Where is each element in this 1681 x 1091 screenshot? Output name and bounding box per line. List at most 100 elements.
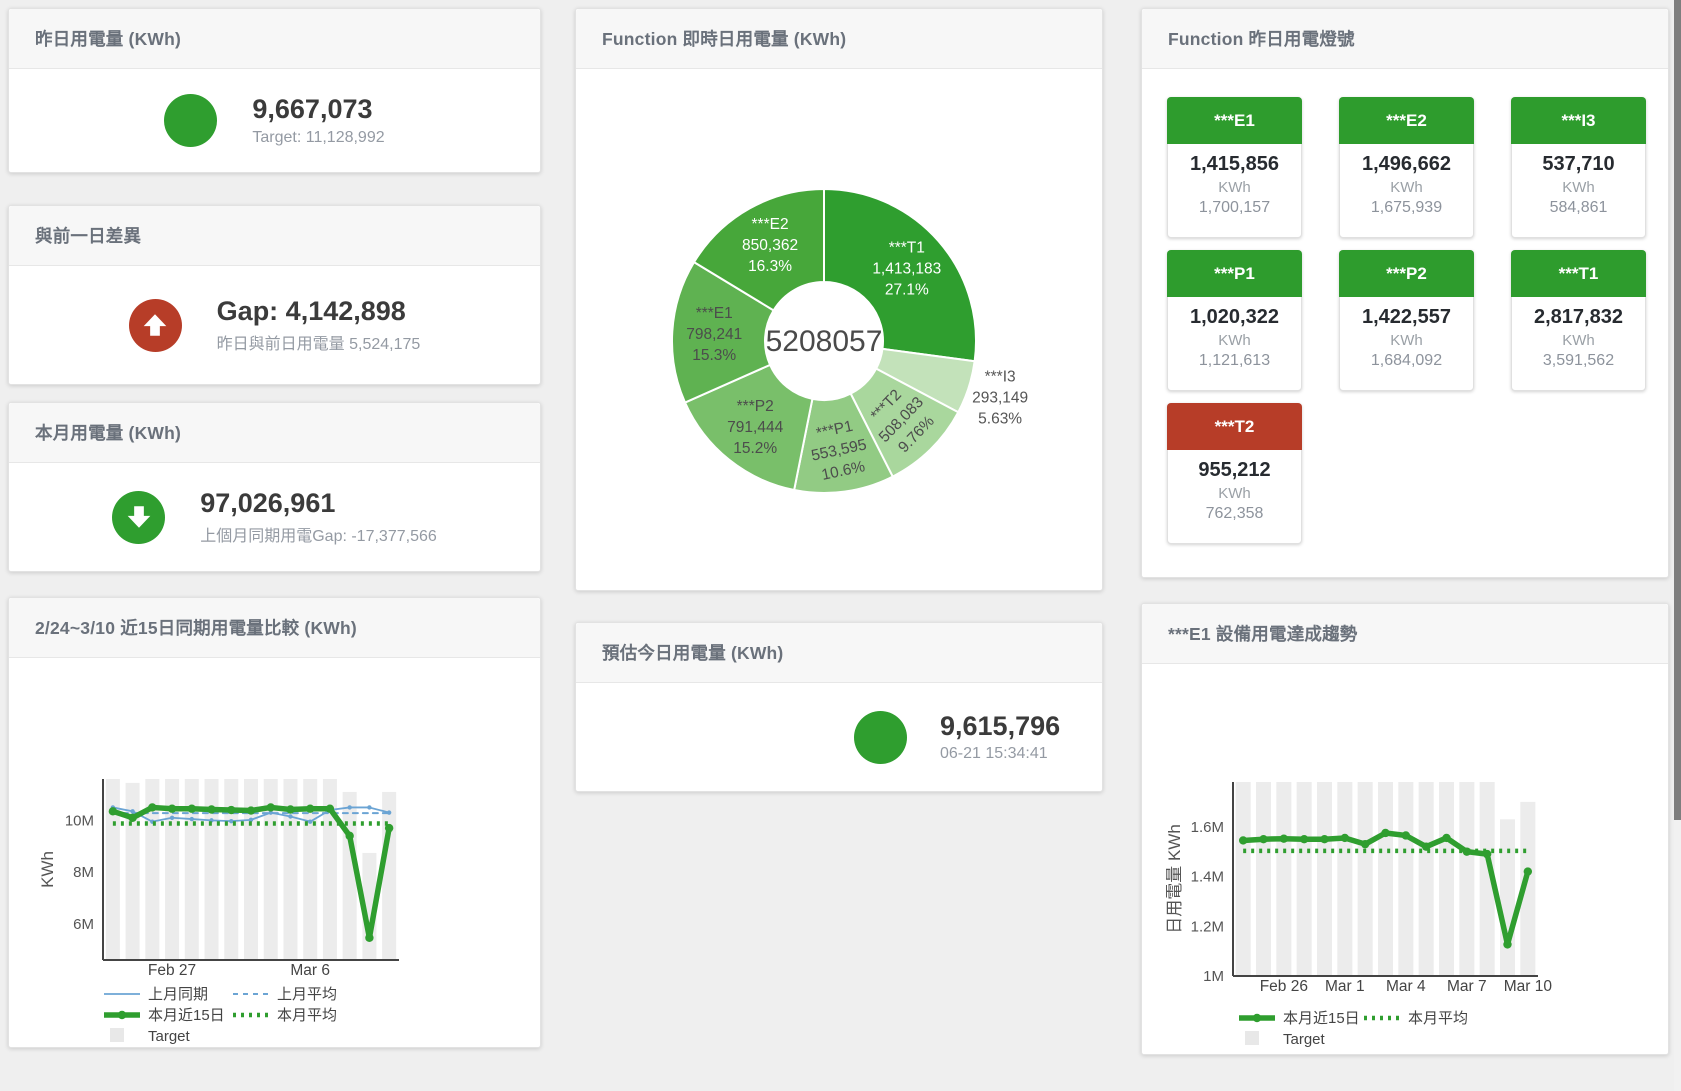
tile-unit: KWh [1168,332,1301,349]
stat-subtitle: 昨日與前日用電量 5,524,175 [217,330,421,354]
svg-text:***E1: ***E1 [696,305,733,322]
x-tick-label: Feb 27 [148,962,196,979]
donut-center-total: 5208057 [766,325,883,358]
stat-value: Gap: 4,142,898 [217,296,421,327]
target-bar [343,792,357,960]
y-axis-label: 日用電量 KWh [1165,824,1184,934]
panel-header[interactable]: 預估今日用電量 (KWh) [576,623,1102,683]
panel-header[interactable]: 昨日用電量 (KWh) [9,9,540,69]
panel-title: 2/24~3/10 近15日同期用電量比較 (KWh) [35,615,357,640]
stat-value: 9,667,073 [252,94,384,125]
tile-value: 1,415,856 [1168,153,1301,176]
panel-month-usage: 本月用電量 (KWh) 97,026,961 上個月同期用電Gap: -17,3… [8,402,541,572]
compare-15day-chart[interactable]: 6M8M10MKWhFeb 27Mar 6上月同期上月平均本月近15日本月平均T… [9,658,540,1047]
tile-name: ***E1 [1167,97,1302,144]
tile-value: 1,422,557 [1340,306,1473,329]
x-tick-label: Mar 7 [1447,978,1487,995]
tile-unit: KWh [1340,332,1473,349]
realtime-usage-donut-chart[interactable]: ***T11,413,18327.1%***I3293,1495.63%***T… [576,69,1102,590]
svg-text:本月近15日: 本月近15日 [148,1007,225,1024]
svg-text:本月平均: 本月平均 [1408,1010,1468,1027]
svg-text:本月近15日: 本月近15日 [1283,1010,1360,1027]
target-bar [1419,782,1434,976]
tile-target-value: 1,675,939 [1340,199,1473,217]
legend-item[interactable]: Target [110,1028,191,1045]
x-tick-label: Mar 6 [290,962,330,979]
legend-item[interactable]: 本月平均 [233,1007,337,1024]
status-circle-icon [854,711,907,764]
lights-grid: ***E11,415,856KWh1,700,157***E21,496,662… [1167,97,1646,544]
legend-item[interactable]: 本月近15日 [1239,1010,1360,1027]
panel-15day-compare: 2/24~3/10 近15日同期用電量比較 (KWh) 6M8M10MKWhFe… [8,597,541,1048]
svg-text:293,149: 293,149 [972,390,1028,407]
svg-text:1,413,183: 1,413,183 [872,261,941,278]
tile-target-value: 584,861 [1512,199,1645,217]
target-bar [1317,782,1332,976]
legend-item[interactable]: 上月平均 [233,986,337,1003]
light-tile-I3: ***I3537,710KWh584,861 [1511,97,1646,238]
light-tile-P2: ***P21,422,557KWh1,684,092 [1339,250,1474,391]
panel-title: 昨日用電量 (KWh) [35,26,181,51]
svg-text:本月平均: 本月平均 [277,1007,337,1024]
tile-value: 1,020,322 [1168,306,1301,329]
panel-header[interactable]: Function 昨日用電燈號 [1142,9,1668,69]
svg-text:798,241: 798,241 [686,326,742,343]
target-bar [1297,782,1312,976]
svg-text:791,444: 791,444 [727,419,783,436]
vertical-scrollbar[interactable] [1674,0,1681,1091]
svg-text:15.2%: 15.2% [733,440,777,457]
x-tick-label: Feb 26 [1260,978,1308,995]
panel-realtime-donut: Function 即時日用電量 (KWh) ***T1 1,413,183 27.1… [575,8,1103,591]
svg-text:Target: Target [1283,1031,1326,1048]
tile-name: ***E2 [1339,97,1474,144]
svg-text:***T1: ***T1 [889,240,925,257]
tile-target-value: 1,121,613 [1168,352,1301,370]
target-bar [1378,782,1393,976]
panel-gap-prev-day: 與前一日差異 Gap: 4,142,898 昨日與前日用電量 5,524,175 [8,205,541,385]
target-bar [1236,782,1251,976]
panel-yesterday-lights: Function 昨日用電燈號 ***E11,415,856KWh1,700,1… [1141,8,1669,578]
legend-item[interactable]: 本月近15日 [104,1007,225,1024]
y-tick-label: 1.2M [1191,918,1224,935]
y-tick-label: 8M [73,864,94,881]
panel-header[interactable]: ***E1 設備用電達成趨勢 [1142,604,1668,664]
target-bar [1500,819,1515,976]
tile-unit: KWh [1168,179,1301,196]
svg-text:27.1%: 27.1% [885,282,929,299]
x-tick-label: Mar 4 [1386,978,1426,995]
panel-header[interactable]: Function 即時日用電量 (KWh) [576,9,1102,69]
e1-trend-chart[interactable]: 1M1.2M1.4M1.6M日用電量 KWhFeb 26Mar 1Mar 4Ma… [1142,664,1668,1054]
tile-value: 537,710 [1512,153,1645,176]
panel-header[interactable]: 與前一日差異 [9,206,540,266]
tile-value: 1,496,662 [1340,153,1473,176]
stat-value: 97,026,961 [200,488,437,519]
scrollbar-thumb[interactable] [1674,0,1681,820]
panel-estimate-today: 預估今日用電量 (KWh) 9,615,796 06-21 15:34:41 [575,622,1103,792]
target-bar [1459,782,1474,976]
y-tick-label: 1.6M [1191,819,1224,836]
svg-text:Target: Target [148,1028,191,1045]
target-bar [1276,782,1291,976]
legend-item[interactable]: 上月同期 [104,986,208,1003]
panel-yesterday-usage: 昨日用電量 (KWh) 9,667,073 Target: 11,128,992 [8,8,541,173]
target-bar [382,792,396,960]
svg-text:上月同期: 上月同期 [148,986,208,1003]
panel-header[interactable]: 本月用電量 (KWh) [9,403,540,463]
tile-unit: KWh [1512,179,1645,196]
arrow-down-icon [112,491,165,544]
svg-text:***I3: ***I3 [985,369,1016,386]
svg-text:15.3%: 15.3% [692,347,736,364]
svg-text:***E2: ***E2 [752,216,789,233]
target-bar [244,779,258,960]
tile-target-value: 1,684,092 [1340,352,1473,370]
tile-name: ***T1 [1511,250,1646,297]
svg-text:上月平均: 上月平均 [277,986,337,1003]
panel-header[interactable]: 2/24~3/10 近15日同期用電量比較 (KWh) [9,598,540,658]
legend-item[interactable]: Target [1245,1031,1326,1048]
svg-text:***P2: ***P2 [737,398,774,415]
tile-value: 955,212 [1168,459,1301,482]
y-axis-label: KWh [38,851,57,888]
x-tick-label: Mar 10 [1504,978,1553,995]
legend-item[interactable]: 本月平均 [1364,1010,1468,1027]
status-circle-icon [164,94,217,147]
